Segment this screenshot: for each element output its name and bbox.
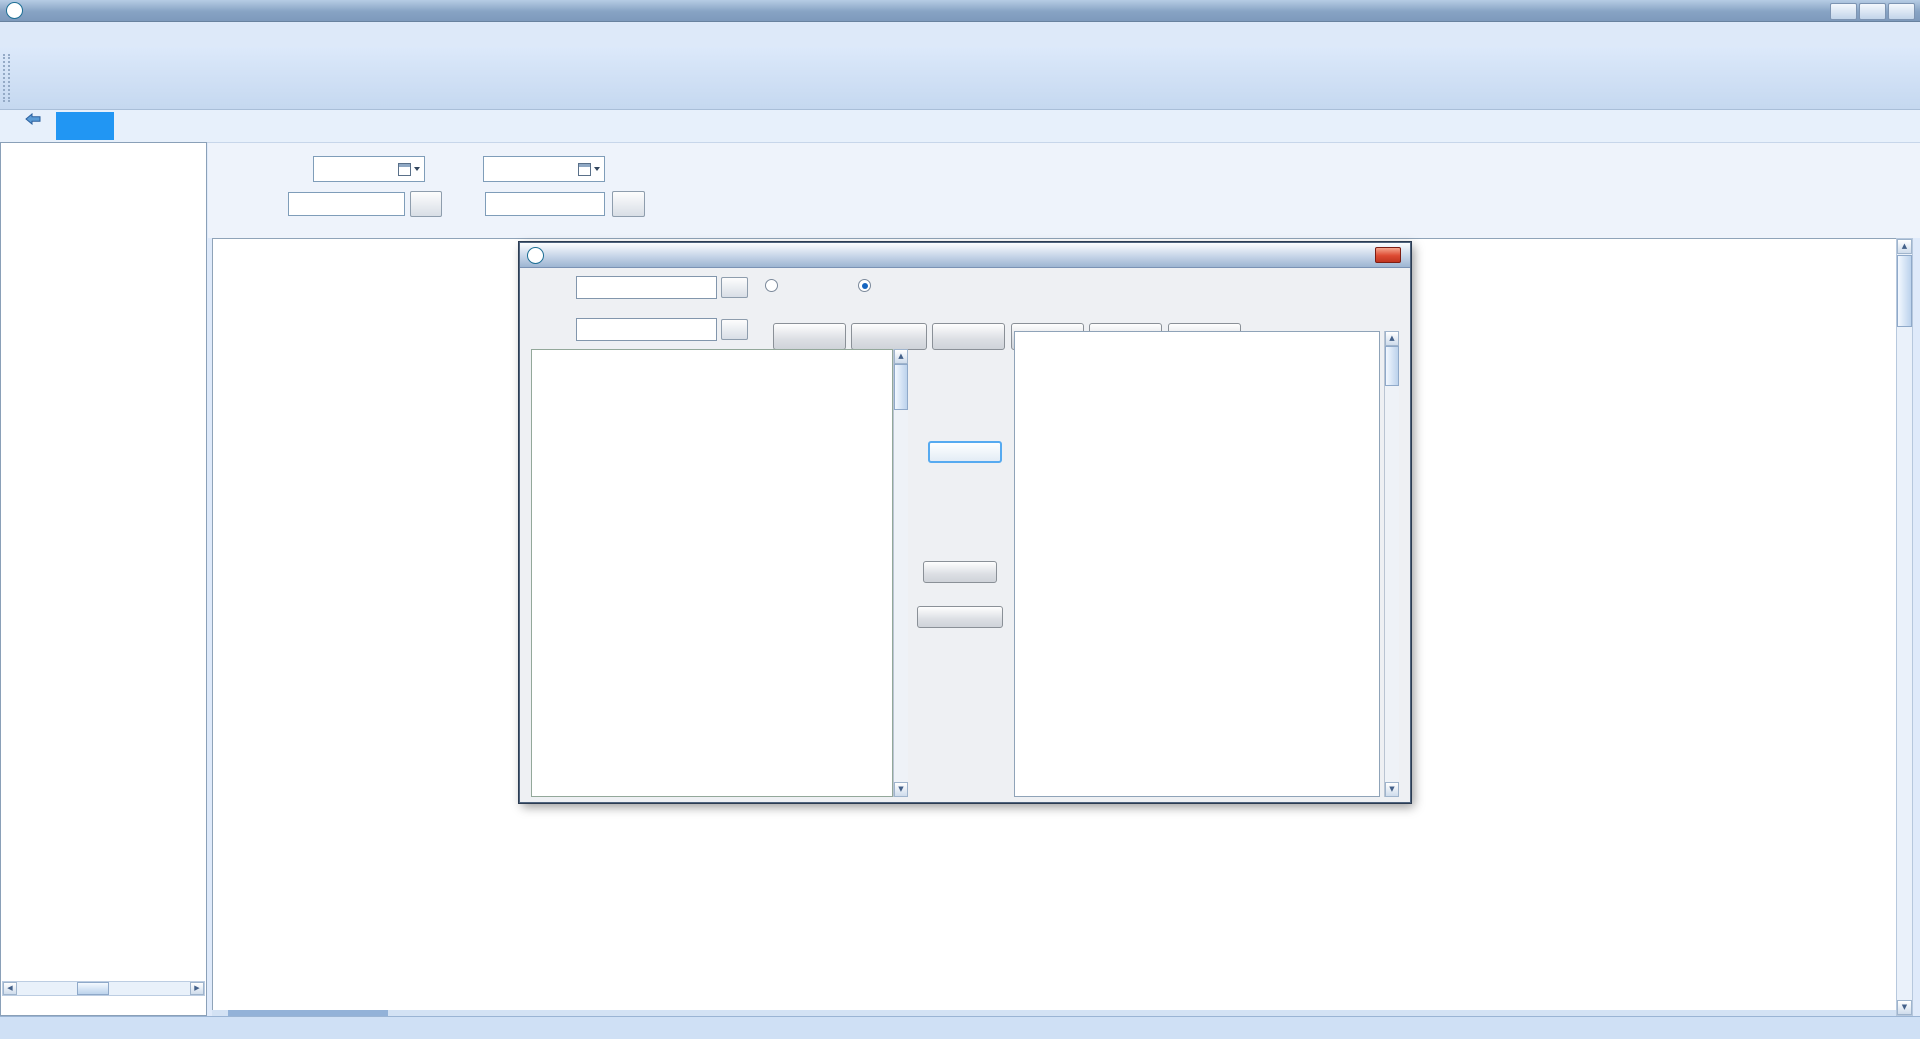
scroll-up-icon[interactable]: ▲ [1897,239,1912,254]
scroll-down-icon[interactable]: ▼ [1897,1000,1912,1015]
emp-browse-button[interactable] [612,191,645,217]
maximize-button[interactable] [1859,3,1886,20]
module-tree-panel: ◀ ▶ [0,142,207,1016]
calendar-icon[interactable] [578,163,591,176]
tree-horizontal-scrollbar[interactable]: ◀ ▶ [2,981,205,996]
scroll-down-icon[interactable]: ▼ [1385,782,1399,797]
dialog-select-all-button[interactable] [932,323,1005,350]
chevron-down-icon[interactable] [414,167,420,171]
minimize-button[interactable] [1830,3,1857,20]
scroll-right-icon[interactable]: ▶ [190,982,204,995]
back-to-main-button[interactable] [10,111,56,125]
calendar-icon[interactable] [398,163,411,176]
batch-register-dialog: ▲ ▼ ▲ ▼ [519,242,1411,803]
radio-all-option[interactable] [858,279,875,292]
main-vertical-scrollbar[interactable]: ▲ ▼ [1896,238,1913,1016]
dialog-close-button[interactable] [1375,247,1401,263]
dialog-title-bar [520,243,1410,268]
toolbar-grip[interactable] [3,54,10,102]
close-button[interactable] [1888,3,1915,20]
app-window: ◀ ▶ ▲ ▼ [0,0,1920,1039]
chevron-down-icon[interactable] [594,167,600,171]
dialog-logo-icon [527,247,544,264]
move-right-button[interactable] [928,441,1002,463]
filter-panel [208,143,1920,238]
tab-sign-card-management[interactable] [56,112,114,140]
dialog-emp-browse-button[interactable] [721,319,748,340]
radio-active-option[interactable] [765,279,782,292]
title-bar [0,0,1920,22]
clear-all-button[interactable] [917,606,1003,628]
date-from-picker[interactable] [313,156,425,182]
dialog-left-scrollbar[interactable]: ▲ ▼ [893,349,908,797]
dialog-dept-input[interactable] [576,276,717,299]
dept-browse-button[interactable] [410,191,442,217]
scrollbar-thumb[interactable] [77,982,109,995]
dialog-advanced-filter-button[interactable] [851,323,927,350]
clear-button[interactable] [923,561,997,583]
status-bar [0,1016,1920,1039]
radio-icon [765,279,778,292]
dialog-dept-browse-button[interactable] [721,277,748,298]
back-arrow-icon [25,113,41,125]
emp-input[interactable] [485,192,605,216]
menu-bar [0,22,1920,48]
scroll-up-icon[interactable]: ▲ [1385,331,1399,346]
scrollbar-thumb[interactable] [1897,255,1912,327]
date-to-picker[interactable] [483,156,605,182]
dialog-emp-input[interactable] [576,318,717,341]
radio-checked-icon [858,279,871,292]
dialog-source-employee-table [531,349,893,797]
app-logo-icon [6,2,23,19]
dept-input[interactable] [288,192,405,216]
scrollbar-thumb[interactable] [894,364,908,410]
scroll-down-icon[interactable]: ▼ [894,782,908,797]
dialog-query-button[interactable] [773,323,846,350]
dialog-selected-employee-table [1014,331,1380,797]
dialog-right-scrollbar[interactable]: ▲ ▼ [1384,331,1399,797]
scroll-left-icon[interactable]: ◀ [3,982,17,995]
tab-strip [0,110,1920,143]
toolbar [0,47,1920,110]
scrollbar-thumb[interactable] [1385,346,1399,386]
scroll-up-icon[interactable]: ▲ [894,349,908,364]
